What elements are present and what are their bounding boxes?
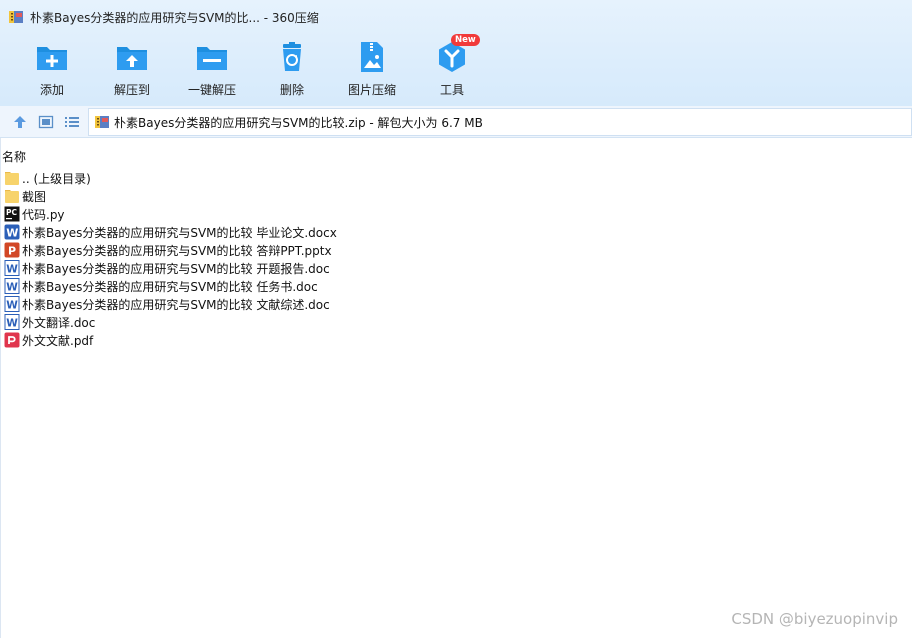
new-badge: New (451, 34, 480, 46)
image-compress-label: 图片压缩 (347, 83, 396, 97)
file-name: 朴素Bayes分类器的应用研究与SVM的比较 开题报告.doc (22, 261, 330, 276)
file-list-area: 名称 .. (上级目录) 截图 PC 代码.py W 朴素Bayes分类器的应用… (0, 138, 912, 638)
add-icon (37, 47, 67, 70)
zip-archive-icon (95, 116, 109, 128)
add-label: 添加 (39, 83, 64, 97)
word-doc-icon: W (4, 278, 20, 294)
delete-button[interactable]: 删除 (252, 40, 332, 98)
extract-to-label: 解压到 (113, 83, 150, 97)
extract-to-button[interactable]: 解压到 (92, 40, 172, 98)
up-arrow-icon[interactable] (12, 114, 28, 130)
tools-label: 工具 (439, 83, 464, 97)
add-button[interactable]: 添加 (12, 40, 92, 98)
svg-text:W: W (6, 227, 18, 240)
image-compress-button[interactable]: 图片压缩 (332, 40, 412, 98)
file-name: 朴素Bayes分类器的应用研究与SVM的比较 答辩PPT.pptx (22, 243, 332, 258)
list-item-assignment-doc[interactable]: W 朴素Bayes分类器的应用研究与SVM的比较 任务书.doc (4, 277, 337, 295)
file-name: 朴素Bayes分类器的应用研究与SVM的比较 毕业论文.docx (22, 225, 337, 240)
pycharm-file-icon: PC (4, 206, 20, 222)
folder-icon (5, 172, 19, 185)
list-view-icon[interactable] (64, 114, 80, 130)
svg-text:W: W (6, 282, 18, 294)
powerpoint-pptx-icon: P (4, 242, 20, 258)
word-doc-icon: W (4, 260, 20, 276)
file-name: 截图 (22, 189, 47, 204)
address-row: 朴素Bayes分类器的应用研究与SVM的比较.zip - 解包大小为 6.7 M… (0, 106, 912, 138)
delete-label: 删除 (279, 83, 304, 97)
address-bar[interactable]: 朴素Bayes分类器的应用研究与SVM的比较.zip - 解包大小为 6.7 M… (88, 108, 912, 136)
one-click-extract-icon (197, 47, 227, 70)
word-docx-icon: W (4, 224, 20, 240)
tools-button[interactable]: New 工具 (412, 34, 492, 98)
tools-icon-wrap: New (435, 34, 480, 74)
title-bar: 朴素Bayes分类器的应用研究与SVM的比... - 360压缩 (0, 0, 912, 34)
list-item-defense-pptx[interactable]: P 朴素Bayes分类器的应用研究与SVM的比较 答辩PPT.pptx (4, 241, 337, 259)
svg-text:PC: PC (6, 208, 17, 217)
file-name: 外文翻译.doc (22, 315, 96, 330)
svg-text:W: W (6, 300, 18, 312)
list-item-literature-pdf[interactable]: 外文文献.pdf (4, 331, 337, 349)
list-item-screenshots[interactable]: 截图 (4, 187, 337, 205)
list-item-review-doc[interactable]: W 朴素Bayes分类器的应用研究与SVM的比较 文献综述.doc (4, 295, 337, 313)
pdf-icon (4, 332, 20, 348)
svg-text:W: W (6, 318, 18, 330)
file-name: 代码.py (22, 207, 65, 222)
extract-to-icon (117, 47, 147, 70)
toolbar: 添加 解压到 一键解压 删除 图片压缩 New 工具 (0, 34, 912, 100)
column-header-name[interactable]: 名称 (2, 148, 26, 165)
svg-text:W: W (6, 264, 18, 276)
svg-text:P: P (8, 245, 16, 258)
list-item-thesis-docx[interactable]: W 朴素Bayes分类器的应用研究与SVM的比较 毕业论文.docx (4, 223, 337, 241)
file-name: 朴素Bayes分类器的应用研究与SVM的比较 文献综述.doc (22, 297, 330, 312)
window-header: 朴素Bayes分类器的应用研究与SVM的比... - 360压缩 添加 解压到 (0, 0, 912, 106)
thumbnail-view-icon[interactable] (38, 114, 54, 130)
image-compress-icon (361, 42, 383, 72)
folder-icon (5, 190, 19, 203)
one-click-extract-label: 一键解压 (187, 83, 236, 97)
word-doc-icon: W (4, 314, 20, 330)
file-list: .. (上级目录) 截图 PC 代码.py W 朴素Bayes分类器的应用研究与… (4, 169, 337, 349)
archive-app-icon (9, 11, 23, 23)
file-name: .. (上级目录) (22, 171, 91, 186)
list-item-code-py[interactable]: PC 代码.py (4, 205, 337, 223)
one-click-extract-button[interactable]: 一键解压 (172, 40, 252, 98)
list-item-proposal-doc[interactable]: W 朴素Bayes分类器的应用研究与SVM的比较 开题报告.doc (4, 259, 337, 277)
window-title: 朴素Bayes分类器的应用研究与SVM的比... - 360压缩 (30, 10, 319, 25)
address-path: 朴素Bayes分类器的应用研究与SVM的比较.zip - 解包大小为 6.7 M… (114, 115, 483, 130)
file-name: 朴素Bayes分类器的应用研究与SVM的比较 任务书.doc (22, 279, 318, 294)
list-item-parent-dir[interactable]: .. (上级目录) (4, 169, 337, 187)
delete-icon (283, 42, 301, 71)
file-name: 外文文献.pdf (22, 333, 94, 348)
list-item-translation-doc[interactable]: W 外文翻译.doc (4, 313, 337, 331)
watermark: CSDN @biyezuopinvip (731, 610, 898, 628)
word-doc-icon: W (4, 296, 20, 312)
